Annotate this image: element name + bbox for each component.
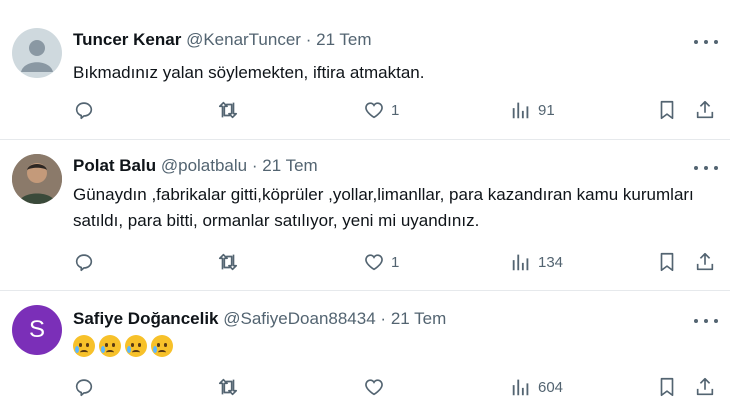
timestamp[interactable]: 21 Tem (316, 30, 371, 49)
retweet-button[interactable] (217, 375, 239, 399)
views-chart-icon (512, 254, 529, 271)
retweet-icon (218, 101, 238, 119)
tweet-text: Bıkmadınız yalan söylemekten, iftira atm… (73, 63, 425, 82)
more-icon[interactable] (694, 33, 718, 51)
timestamp[interactable]: 21 Tem (391, 309, 446, 328)
tweet[interactable]: S Safiye Doğancelik @SafiyeDoan88434 · 2… (0, 291, 730, 420)
retweet-button[interactable] (217, 98, 239, 122)
avatar[interactable]: S (12, 305, 62, 355)
author-name[interactable]: Safiye Doğancelik (73, 309, 219, 328)
tweet-header: Polat Balu @polatbalu · 21 Tem (73, 156, 318, 176)
views-button[interactable]: 91 (510, 98, 555, 122)
reply-icon (75, 254, 93, 272)
heart-icon (365, 102, 383, 119)
reply-icon (75, 102, 93, 120)
tweet-header: Safiye Doğancelik @SafiyeDoan88434 · 21 … (73, 309, 446, 329)
view-count: 134 (538, 253, 564, 271)
reply-button[interactable] (73, 375, 95, 399)
more-icon[interactable] (694, 159, 718, 177)
bookmark-button[interactable] (656, 250, 678, 274)
separator-dot: · (380, 309, 387, 328)
share-icon (696, 377, 714, 396)
avatar-letter: S (28, 316, 45, 343)
separator-dot: · (305, 30, 312, 49)
heart-icon (365, 379, 383, 396)
author-name[interactable]: Polat Balu (73, 156, 156, 175)
views-button[interactable]: 604 (510, 375, 563, 399)
like-button[interactable]: 1 (363, 98, 399, 122)
views-button[interactable]: 134 (510, 250, 563, 274)
bookmark-icon (660, 377, 674, 397)
avatar[interactable] (12, 28, 62, 78)
action-bar: 604 (73, 375, 718, 399)
reply-button[interactable] (73, 250, 95, 274)
profile-photo-icon (12, 154, 62, 204)
view-count: 604 (538, 378, 564, 396)
author-handle[interactable]: @KenarTuncer (186, 30, 301, 49)
views-chart-icon (512, 379, 529, 396)
retweet-button[interactable] (217, 250, 239, 274)
timestamp[interactable]: 21 Tem (262, 156, 317, 175)
like-count: 1 (391, 101, 400, 119)
tweet[interactable]: Polat Balu @polatbalu · 21 Tem Günaydın … (0, 140, 730, 290)
like-button[interactable] (363, 375, 391, 399)
view-count: 91 (538, 101, 555, 119)
avatar[interactable] (12, 154, 62, 204)
tweet-header: Tuncer Kenar @KenarTuncer · 21 Tem (73, 30, 372, 50)
bookmark-icon (660, 252, 674, 272)
share-button[interactable] (694, 375, 716, 399)
crying-face-emoji (125, 335, 147, 357)
crying-face-emoji (151, 335, 173, 357)
reply-button[interactable] (73, 98, 95, 122)
author-handle[interactable]: @polatbalu (161, 156, 247, 175)
tweet-text (73, 334, 713, 357)
bookmark-button[interactable] (656, 98, 678, 122)
share-icon (696, 100, 714, 119)
separator-dot: · (251, 156, 258, 175)
heart-icon (365, 254, 383, 271)
author-handle[interactable]: @SafiyeDoan88434 (223, 309, 375, 328)
default-avatar-icon (21, 40, 53, 72)
more-icon[interactable] (694, 312, 718, 330)
crying-face-emoji (99, 335, 121, 357)
views-chart-icon (512, 102, 529, 119)
action-bar: 1 91 (73, 98, 718, 122)
tweet-text: Günaydın ,fabrikalar gitti,köprüler ,yol… (73, 185, 694, 230)
author-name[interactable]: Tuncer Kenar (73, 30, 181, 49)
share-button[interactable] (694, 250, 716, 274)
bookmark-button[interactable] (656, 375, 678, 399)
action-bar: 1 134 (73, 250, 718, 274)
like-count: 1 (391, 253, 400, 271)
share-icon (696, 252, 714, 271)
reply-icon (75, 379, 93, 397)
crying-face-emoji (73, 335, 95, 357)
retweet-icon (218, 378, 238, 396)
bookmark-icon (660, 100, 674, 120)
like-button[interactable]: 1 (363, 250, 399, 274)
tweet[interactable]: Tuncer Kenar @KenarTuncer · 21 Tem Bıkma… (0, 0, 730, 140)
share-button[interactable] (694, 98, 716, 122)
retweet-icon (218, 253, 238, 271)
